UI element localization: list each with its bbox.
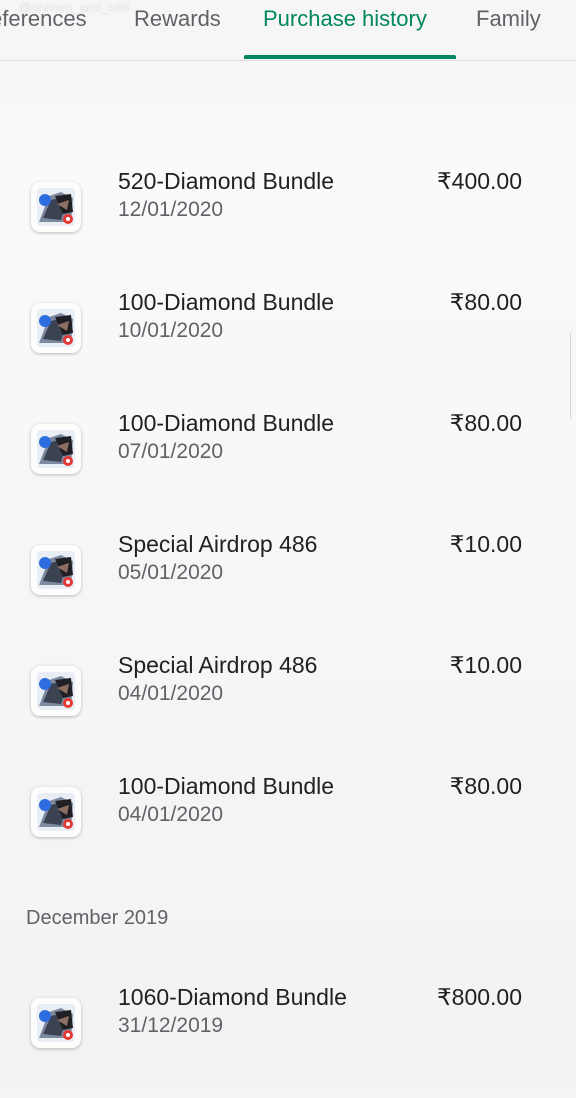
purchase-price: ₹10.00 (449, 652, 522, 678)
purchase-row[interactable]: 1060-Diamond Bundle 31/12/2019 ₹800.00 (0, 984, 576, 1098)
purchase-price: ₹80.00 (449, 289, 522, 315)
purchase-price: ₹80.00 (449, 773, 522, 799)
free-fire-game-icon (31, 303, 81, 353)
free-fire-game-icon (31, 424, 81, 474)
purchase-title: 100-Diamond Bundle (118, 773, 335, 799)
purchase-date: 05/01/2020 (118, 561, 224, 584)
purchase-list: 520-Diamond Bundle 12/01/2020 ₹400.00 10… (0, 0, 576, 1088)
purchase-row[interactable]: Special Airdrop 486 04/01/2020 ₹10.00 (0, 652, 576, 766)
section-header-month: December 2019 (26, 907, 169, 929)
free-fire-game-icon (31, 666, 81, 716)
purchase-title: 1060-Diamond Bundle (118, 984, 347, 1010)
purchase-title: 100-Diamond Bundle (118, 410, 335, 436)
purchase-row[interactable]: Special Airdrop 486 05/01/2020 ₹10.00 (0, 531, 576, 645)
purchase-date: 04/01/2020 (118, 803, 224, 826)
purchase-title: 100-Diamond Bundle (118, 289, 335, 315)
free-fire-game-icon (31, 998, 81, 1048)
purchase-title: 520-Diamond Bundle (118, 168, 335, 194)
purchase-date: 31/12/2019 (118, 1014, 224, 1037)
purchase-date: 10/01/2020 (118, 319, 224, 342)
purchase-price: ₹80.00 (449, 410, 522, 436)
purchase-date: 04/01/2020 (118, 682, 224, 705)
free-fire-game-icon (31, 182, 81, 232)
purchase-date: 12/01/2020 (118, 198, 224, 221)
purchase-title: Special Airdrop 486 (118, 531, 318, 557)
purchase-row[interactable]: 100-Diamond Bundle 07/01/2020 ₹80.00 (0, 410, 576, 524)
purchase-title: Special Airdrop 486 (118, 652, 318, 678)
purchase-row[interactable]: 100-Diamond Bundle 04/01/2020 ₹80.00 (0, 773, 576, 887)
purchase-row[interactable]: 100-Diamond Bundle 10/01/2020 ₹80.00 (0, 289, 576, 403)
purchase-price: ₹800.00 (437, 984, 522, 1010)
purchase-date: 07/01/2020 (118, 440, 224, 463)
purchase-price: ₹10.00 (449, 531, 522, 557)
free-fire-game-icon (31, 787, 81, 837)
purchase-price: ₹400.00 (437, 168, 522, 194)
free-fire-game-icon (31, 545, 81, 595)
purchase-row[interactable]: 520-Diamond Bundle 12/01/2020 ₹400.00 (0, 168, 576, 282)
